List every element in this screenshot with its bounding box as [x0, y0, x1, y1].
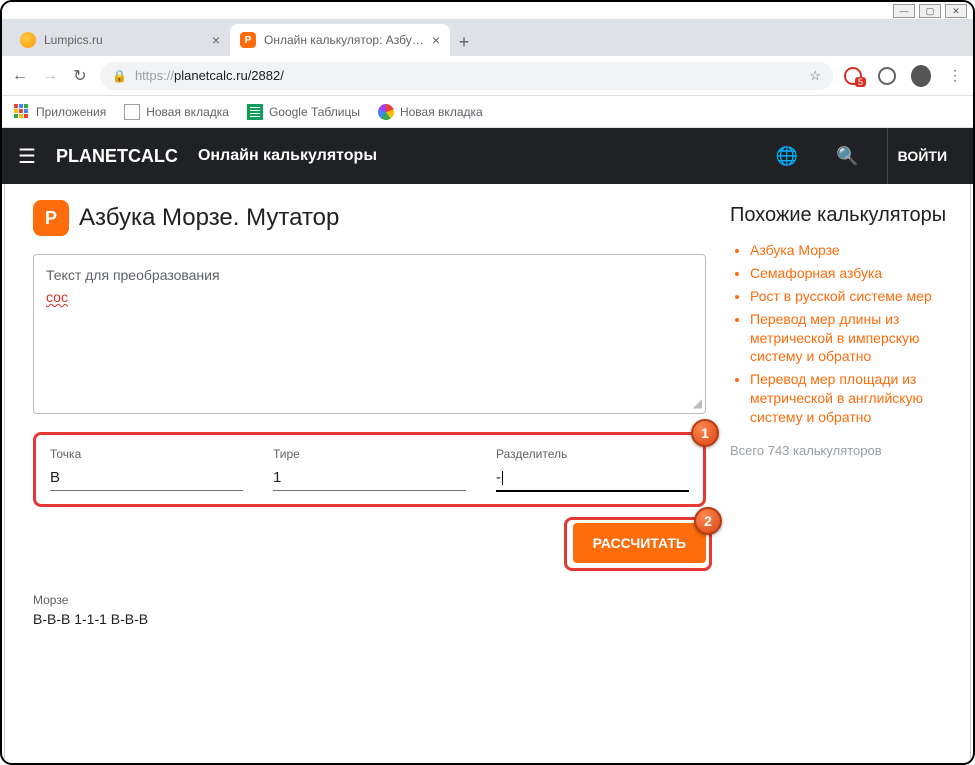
- nav-reload-button[interactable]: ↻: [70, 66, 90, 86]
- dot-label: Точка: [50, 447, 243, 461]
- site-subtitle: Онлайн калькуляторы: [198, 147, 377, 165]
- browser-menu-button[interactable]: ⋮: [945, 66, 965, 86]
- page-content: P Азбука Морзе. Мутатор Текст для преобр…: [4, 184, 971, 763]
- adblock-extension-icon[interactable]: 5: [843, 66, 863, 86]
- text-input-area[interactable]: Текст для преобразования сос: [33, 254, 706, 414]
- dash-label: Тире: [273, 447, 466, 461]
- adblock-count-badge: 5: [855, 77, 866, 87]
- bookmarks-bar: Приложения Новая вкладка Google Таблицы …: [2, 96, 973, 128]
- params-highlight-box: Точка В Тире 1 Разделитель - 1: [33, 432, 706, 507]
- sidebar-footer: Всего 743 калькуляторов: [730, 441, 950, 461]
- sidebar-title: Похожие калькуляторы: [730, 204, 950, 227]
- bookmark-apps[interactable]: Приложения: [14, 104, 106, 120]
- related-link[interactable]: Перевод мер длины из метрической в импер…: [750, 310, 950, 367]
- tab-close-icon[interactable]: ×: [212, 32, 220, 48]
- dash-param: Тире 1: [273, 447, 466, 492]
- star-icon[interactable]: ☆: [809, 68, 821, 84]
- planetcalc-favicon-icon: P: [240, 32, 256, 48]
- bookmark-newtab-1[interactable]: Новая вкладка: [124, 104, 229, 120]
- separator-label: Разделитель: [496, 447, 689, 461]
- sheets-icon: [247, 104, 263, 120]
- browser-tab-strip: Lumpics.ru × P Онлайн калькулятор: Азбук…: [2, 20, 973, 56]
- lumpics-favicon-icon: [20, 32, 36, 48]
- window-minimize-button[interactable]: —: [893, 4, 915, 18]
- url-protocol: https://: [135, 68, 174, 83]
- annotation-badge-2: 2: [694, 507, 722, 535]
- calculator-logo-icon: P: [33, 200, 69, 236]
- brand-name[interactable]: PLANETCALC: [56, 146, 178, 167]
- nav-back-button[interactable]: ←: [10, 66, 30, 86]
- menu-burger-icon[interactable]: ☰: [18, 144, 36, 169]
- main-column: P Азбука Морзе. Мутатор Текст для преобр…: [33, 200, 706, 763]
- related-link[interactable]: Азбука Морзе: [750, 241, 950, 260]
- tab-close-icon[interactable]: ×: [432, 32, 440, 48]
- language-globe-icon[interactable]: 🌐: [776, 146, 798, 167]
- result-label: Морзе: [33, 593, 706, 607]
- url-text: planetcalc.ru/2882/: [174, 68, 284, 83]
- dot-input[interactable]: В: [50, 465, 243, 491]
- textarea-value: сос: [46, 289, 693, 305]
- window-title-bar: — ▢ ✕: [2, 2, 973, 20]
- new-tab-button[interactable]: +: [450, 28, 478, 56]
- sidebar: Похожие калькуляторы Азбука Морзе Семафо…: [730, 200, 950, 763]
- page-icon: [124, 104, 140, 120]
- address-bar[interactable]: 🔒 https://planetcalc.ru/2882/ ☆: [100, 62, 833, 90]
- result-block: Морзе B-B-B 1-1-1 B-B-B: [33, 593, 706, 627]
- lock-icon: 🔒: [112, 69, 127, 83]
- tab-title: Lumpics.ru: [44, 33, 204, 47]
- app-window: — ▢ ✕ Lumpics.ru × P Онлайн калькулятор:…: [0, 0, 975, 765]
- nav-forward-button[interactable]: →: [40, 66, 60, 86]
- calculate-button[interactable]: РАССЧИТАТЬ: [573, 523, 706, 563]
- textarea-label: Текст для преобразования: [46, 267, 693, 283]
- related-link[interactable]: Рост в русской системе мер: [750, 287, 950, 306]
- window-close-button[interactable]: ✕: [945, 4, 967, 18]
- window-maximize-button[interactable]: ▢: [919, 4, 941, 18]
- login-button[interactable]: ВОЙТИ: [887, 128, 957, 184]
- user-avatar[interactable]: [911, 66, 931, 86]
- result-value: B-B-B 1-1-1 B-B-B: [33, 611, 706, 627]
- separator-input[interactable]: -: [496, 465, 689, 492]
- browser-toolbar: ← → ↻ 🔒 https://planetcalc.ru/2882/ ☆ 5 …: [2, 56, 973, 96]
- globe-extension-icon[interactable]: [877, 66, 897, 86]
- tab-title: Онлайн калькулятор: Азбука М…: [264, 33, 424, 47]
- related-link[interactable]: Перевод мер площади из метрической в анг…: [750, 370, 950, 427]
- tab-planetcalc[interactable]: P Онлайн калькулятор: Азбука М… ×: [230, 24, 450, 56]
- related-link[interactable]: Семафорная азбука: [750, 264, 950, 283]
- annotation-badge-1: 1: [691, 419, 719, 447]
- bookmark-newtab-2[interactable]: Новая вкладка: [378, 104, 483, 120]
- resize-handle-icon[interactable]: ◢: [693, 396, 702, 410]
- dot-param: Точка В: [50, 447, 243, 492]
- related-list: Азбука Морзе Семафорная азбука Рост в ру…: [730, 241, 950, 427]
- site-header: ☰ PLANETCALC Онлайн калькуляторы 🌐 🔍 ВОЙ…: [2, 128, 973, 184]
- picasa-icon: [378, 104, 394, 120]
- page-title: Азбука Морзе. Мутатор: [79, 204, 339, 232]
- apps-grid-icon: [14, 104, 30, 120]
- search-icon[interactable]: 🔍: [836, 146, 858, 167]
- tab-lumpics[interactable]: Lumpics.ru ×: [10, 24, 230, 56]
- bookmark-google-sheets[interactable]: Google Таблицы: [247, 104, 360, 120]
- dash-input[interactable]: 1: [273, 465, 466, 491]
- separator-param: Разделитель -: [496, 447, 689, 492]
